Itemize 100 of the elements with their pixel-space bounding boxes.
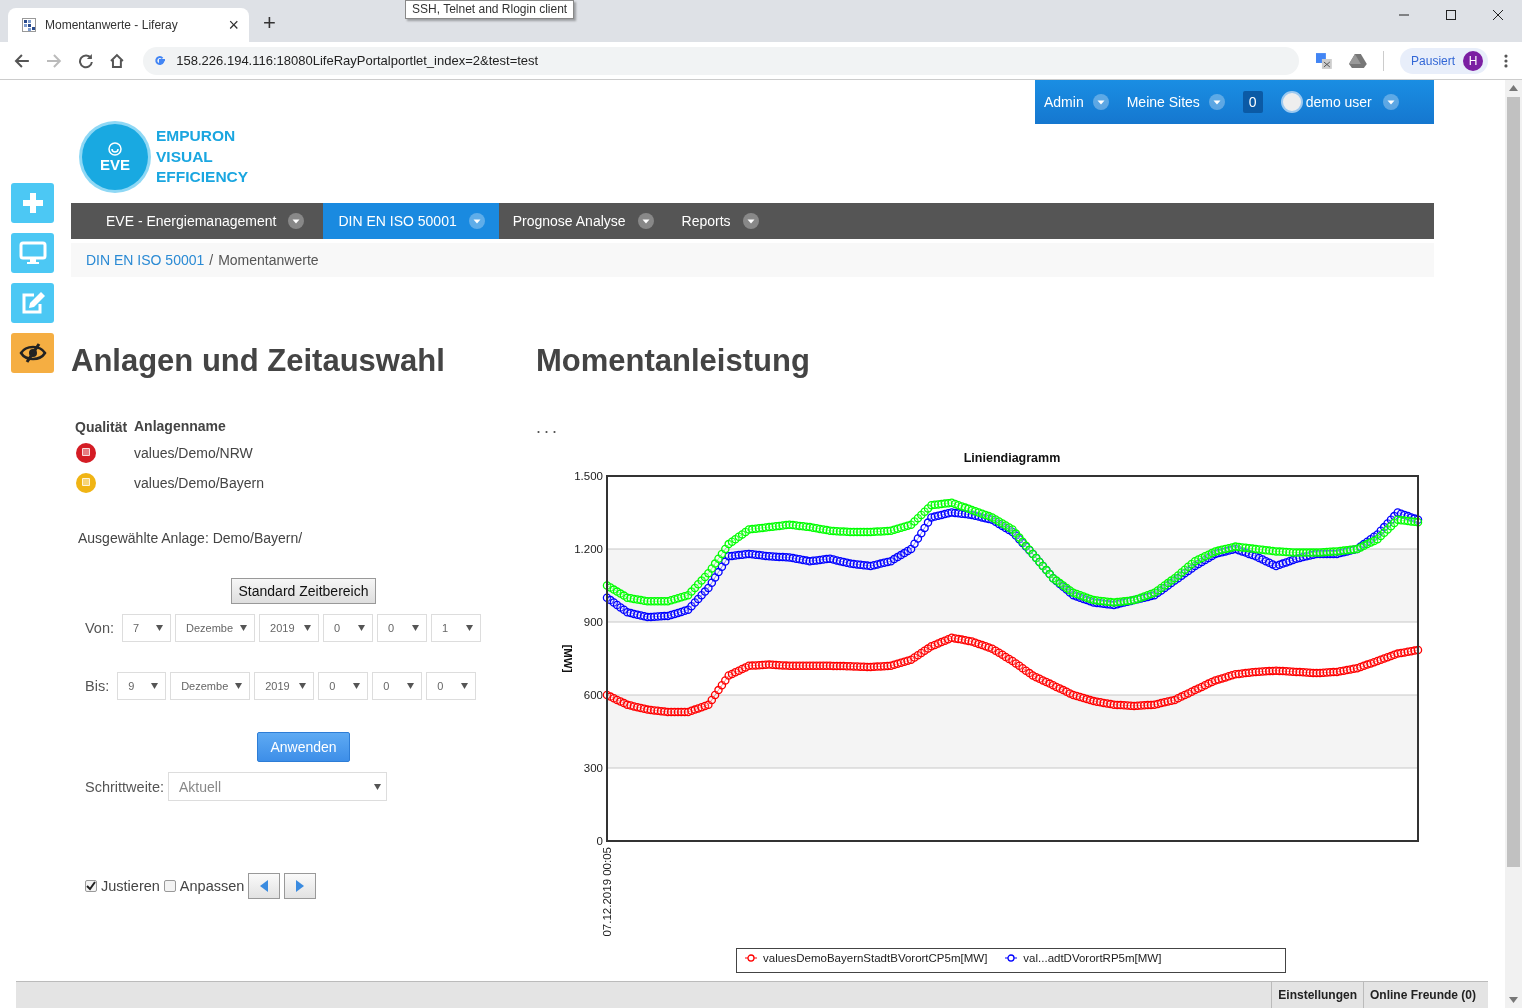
swirl-icon (107, 141, 123, 157)
caret-icon (374, 783, 381, 790)
second-select[interactable]: 0 (426, 672, 477, 700)
caret-icon (304, 625, 312, 631)
logo-text: EFFICIENCY (156, 167, 249, 188)
month-select[interactable]: Dezembe (175, 614, 256, 642)
plant-name[interactable]: values/Demo/Bayern (134, 475, 536, 491)
y-tick-label: 600 (583, 689, 603, 701)
caret-icon (288, 213, 305, 229)
standard-range-button[interactable]: Standard Zeitbereich (230, 578, 377, 604)
nav-tab[interactable]: EVE - Energiemanagement (92, 203, 319, 239)
y-tick-label: 1.500 (574, 470, 603, 482)
close-icon[interactable] (1492, 9, 1504, 21)
breadcrumb-current: Momentanwerte (218, 252, 319, 268)
hide-tool-button[interactable] (11, 333, 54, 373)
year-select[interactable]: 2019 (254, 672, 315, 700)
y-tick-label: 0 (596, 835, 603, 847)
chart-title: Liniendiagramm (963, 451, 1061, 465)
second-select[interactable]: 1 (431, 614, 482, 642)
more-options[interactable]: ... (536, 417, 560, 438)
scroll-up-icon[interactable] (1509, 85, 1518, 91)
close-tab-button[interactable]: × (228, 14, 239, 36)
selected-plant-text: Ausgewählte Anlage: Demo/Bayern/ (78, 530, 304, 546)
tooltip: SSH, Telnet and Rlogin client (405, 0, 575, 19)
address-bar[interactable]: 158.226.194.116:18080LifeRayPortalportlet_index=2&test=test (143, 46, 1300, 75)
monitor-icon (18, 241, 47, 265)
nav-tab[interactable]: DIN EN ISO 50001 (323, 203, 499, 239)
avatar-icon (1280, 91, 1303, 113)
caret-icon (240, 625, 248, 631)
menu-dropdown[interactable]: Admin (1044, 94, 1109, 110)
logo-text: EMPURON (156, 126, 237, 147)
caret-icon (1382, 94, 1399, 110)
checkbox-label: Justieren (101, 878, 160, 894)
caret-icon (1208, 94, 1225, 110)
scroll-down-icon[interactable] (1509, 997, 1518, 1003)
caret-icon (151, 683, 159, 689)
legend-label: val...adtDVorortRP5m[MW] (1023, 952, 1162, 964)
caret-icon (156, 625, 164, 631)
left-arrow-icon (260, 880, 269, 892)
profile-status: Pausiert (1411, 53, 1456, 68)
caret-icon (468, 213, 485, 229)
caret-icon (461, 683, 469, 689)
step-label: Schrittweite: (85, 778, 164, 795)
caret-icon (1092, 94, 1109, 110)
plant-name[interactable]: values/Demo/NRW (134, 445, 536, 461)
hour-select[interactable]: 0 (318, 672, 369, 700)
right-arrow-icon (296, 880, 305, 892)
favicon-icon (22, 18, 36, 32)
day-select[interactable]: 7 (122, 614, 172, 642)
caret-icon (412, 625, 420, 631)
checkbox-label: Anpassen (179, 878, 245, 894)
chart-heading: Momentanleistung (536, 343, 811, 379)
nav-tab[interactable]: Prognose Analyse (498, 203, 668, 239)
reload-icon[interactable] (77, 52, 94, 69)
profile-button[interactable]: Pausiert H (1400, 47, 1489, 74)
status-bar-button[interactable]: Online Freunde (0) (1363, 982, 1482, 1008)
menu-icon[interactable] (1504, 53, 1508, 68)
y-axis-label: [MW] (562, 644, 574, 673)
home-icon[interactable] (109, 52, 126, 69)
nav-tab[interactable]: Reports (667, 203, 773, 239)
url-text: 158.226.194.116:18080LifeRayPortalportlet_index=2&test=test (176, 53, 539, 68)
caret-icon (466, 625, 474, 631)
caret-icon (637, 213, 654, 229)
maximize-icon[interactable] (1445, 9, 1457, 21)
caret-icon (742, 213, 759, 229)
logo-text: VISUAL (156, 146, 214, 167)
hour-select[interactable]: 0 (323, 614, 374, 642)
y-tick-label: 300 (583, 762, 603, 774)
notification-count[interactable]: 0 (1242, 91, 1263, 113)
drive-icon[interactable] (1349, 52, 1368, 69)
logo-badge-text: EVE (100, 157, 130, 173)
status-bar-button[interactable]: Einstellungen (1271, 982, 1363, 1008)
day-select[interactable]: 9 (117, 672, 167, 700)
checkbox[interactable] (85, 880, 97, 892)
user-menu[interactable]: demo user (1280, 91, 1399, 113)
caret-icon (235, 683, 243, 689)
menu-dropdown[interactable]: Meine Sites (1126, 94, 1225, 110)
profile-avatar: H (1463, 50, 1484, 71)
x-start-label: 07.12.2019 00:05 (601, 847, 613, 937)
scrollbar-thumb[interactable] (1507, 97, 1520, 867)
year-select[interactable]: 2019 (259, 614, 320, 642)
new-tab-button[interactable]: + (263, 10, 276, 36)
caret-icon (299, 683, 307, 689)
browser-tab[interactable]: Momentanwerte - Liferay × (8, 8, 249, 42)
minute-select[interactable]: 0 (377, 614, 428, 642)
scrollbar[interactable] (1505, 80, 1522, 1008)
checkbox[interactable] (163, 880, 176, 892)
previous-button[interactable] (248, 873, 281, 899)
y-tick-label: 1.200 (574, 543, 603, 555)
back-icon[interactable] (14, 52, 30, 69)
month-select[interactable]: Dezembe (170, 672, 251, 700)
y-tick-label: 900 (583, 616, 603, 628)
next-button[interactable] (284, 873, 317, 899)
caret-icon (358, 625, 366, 631)
minute-select[interactable]: 0 (372, 672, 423, 700)
date-label: Bis: (85, 678, 110, 694)
breadcrumb-link[interactable]: DIN EN ISO 50001 (86, 252, 205, 268)
eye-slash-icon (18, 343, 47, 363)
step-select[interactable]: Aktuell (168, 772, 387, 801)
translate-icon[interactable] (1315, 51, 1334, 70)
